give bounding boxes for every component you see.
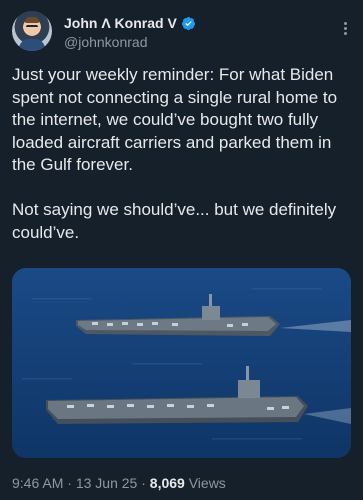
tweet-time[interactable]: 9:46 AM <box>12 475 63 491</box>
verified-badge-icon <box>181 16 195 30</box>
author-avatar[interactable] <box>12 11 52 51</box>
author-handle[interactable]: @johnkonrad <box>64 34 148 50</box>
author-name-row[interactable]: John Λ Konrad V <box>64 15 196 31</box>
tweet-meta: 9:46 AM · 13 Jun 25 · 8,069 Views <box>12 475 226 491</box>
tweet-text: Just your weekly reminder: For what Bide… <box>12 65 338 242</box>
tweet-image[interactable] <box>12 268 351 458</box>
views-count: 8,069 <box>149 475 185 491</box>
tweet-header: John Λ Konrad V @johnkonrad <box>12 10 351 54</box>
aircraft-carriers-photo <box>12 268 351 458</box>
tweet-date[interactable]: 13 Jun 25 <box>76 475 138 491</box>
meta-separator: · <box>67 475 72 491</box>
author-display-name[interactable]: John Λ Konrad V <box>64 15 177 31</box>
views-label: Views <box>188 475 226 491</box>
more-options-icon[interactable] <box>335 18 355 38</box>
meta-separator-2: · <box>141 475 146 491</box>
